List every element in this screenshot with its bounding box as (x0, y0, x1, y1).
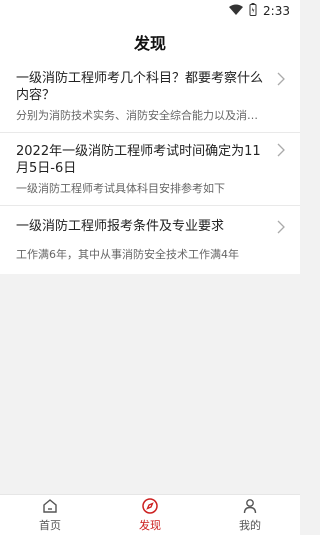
wifi-icon (229, 4, 244, 19)
tab-mine[interactable]: 我的 (200, 495, 300, 535)
article-desc: 分别为消防技术实务、消防安全综合能力以及消防... (16, 109, 264, 122)
tab-label: 我的 (239, 519, 261, 532)
chevron-right-icon (277, 143, 285, 157)
tab-label: 首页 (39, 519, 61, 532)
tab-discover[interactable]: 发现 (100, 495, 200, 535)
article-item[interactable]: 一级消防工程师报考条件及专业要求 工作满6年，其中从事消防安全技术工作满4年 (0, 205, 300, 274)
status-bar: 2:33 (0, 0, 300, 22)
article-list: 一级消防工程师考几个科目？都要考察什么内容？ 分别为消防技术实务、消防安全综合能… (0, 62, 300, 274)
article-desc: 工作满6年，其中从事消防安全技术工作满4年 (16, 248, 239, 261)
person-icon (243, 499, 257, 514)
article-title: 一级消防工程师报考条件及专业要求 (16, 219, 225, 234)
article-title: 一级消防工程师考几个科目？都要考察什么内容？ (16, 71, 264, 103)
article-item[interactable]: 一级消防工程师考几个科目？都要考察什么内容？ 分别为消防技术实务、消防安全综合能… (0, 62, 300, 132)
article-desc: 一级消防工程师考试具体科目安排参考如下 (16, 182, 225, 195)
article-item[interactable]: 2022年一级消防工程师考试时间确定为11月5日-6日 一级消防工程师考试具体科… (0, 132, 300, 205)
compass-icon (142, 498, 158, 514)
battery-icon (249, 3, 257, 19)
page-title: 发现 (133, 34, 166, 53)
article-title: 2022年一级消防工程师考试时间确定为11月5日-6日 (16, 144, 261, 176)
home-icon (43, 499, 57, 513)
status-time: 2:33 (263, 4, 290, 18)
chevron-right-icon (277, 220, 285, 234)
bottom-tab-bar: 首页 发现 我的 (0, 494, 300, 535)
page-header: 发现 (0, 22, 300, 62)
chevron-right-icon (277, 72, 285, 86)
tab-home[interactable]: 首页 (0, 495, 100, 535)
tab-label: 发现 (139, 519, 161, 532)
